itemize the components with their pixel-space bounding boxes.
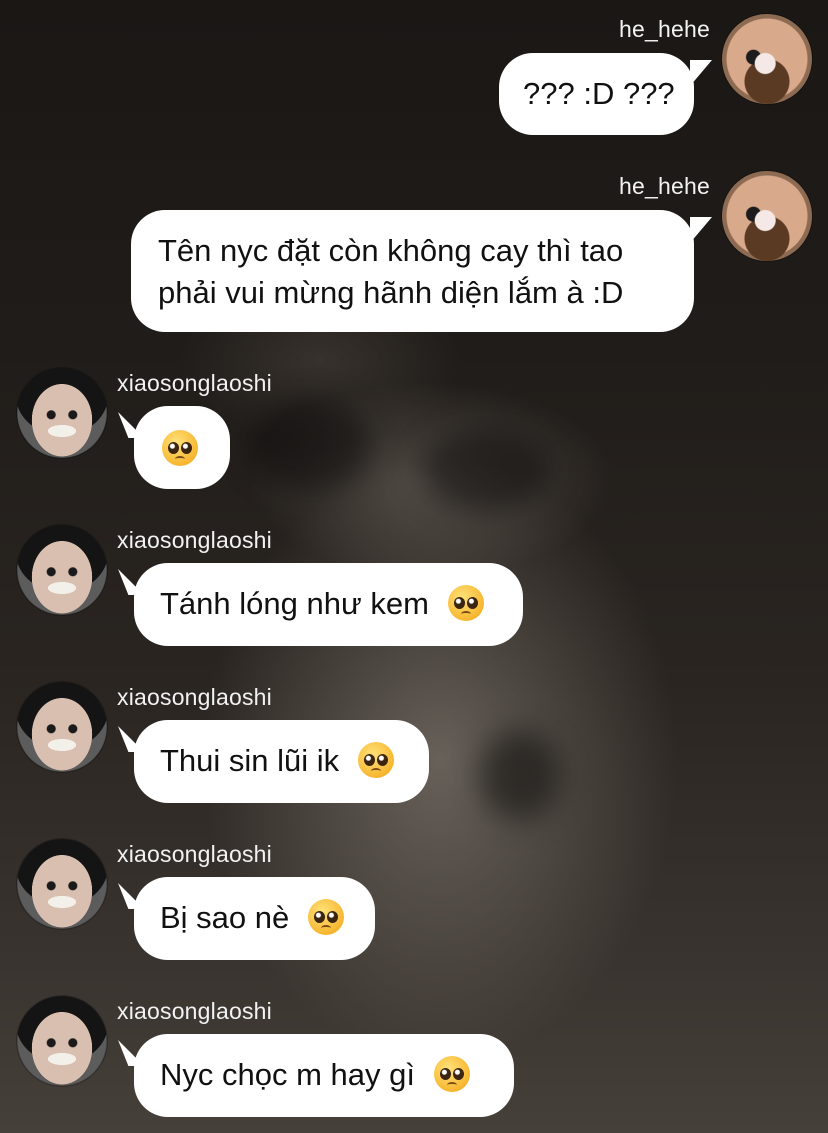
message-text: Nyc chọc m hay gì [160,1057,415,1092]
message-text: Tên nyc đặt còn không cay thì tao [158,233,624,268]
pleading-face-emoji [447,585,484,621]
message-text: Tánh lóng như kem [160,586,429,621]
background-blur-shape [250,400,370,490]
sender-username: xiaosonglaoshi [117,998,272,1024]
message-bubble[interactable]: Thui sin lũi ik [134,720,429,803]
sender-username: xiaosonglaoshi [117,841,272,867]
sender-avatar[interactable] [17,368,107,458]
pleading-face-emoji [307,899,344,935]
message-bubble[interactable]: Tánh lóng như kem [134,563,523,646]
sender-avatar[interactable] [722,14,812,104]
message-text: ??? :D ??? [523,76,675,111]
message-bubble[interactable]: Tên nyc đặt còn không cay thì tao phải v… [131,210,694,332]
sender-avatar[interactable] [17,525,107,615]
message-bubble[interactable]: ??? :D ??? [499,53,694,135]
sender-username: xiaosonglaoshi [117,370,272,396]
message-bubble[interactable] [134,406,230,489]
sender-avatar[interactable] [17,682,107,772]
sender-username: xiaosonglaoshi [117,684,272,710]
background-blur-shape [420,430,550,510]
sender-username: he_hehe [619,173,710,199]
message-text: phải vui mừng hãnh diện lắm à :D [158,275,624,310]
pleading-face-emoji [433,1056,470,1092]
message-text: Thui sin lũi ik [160,743,340,778]
sender-avatar[interactable] [17,839,107,929]
message-text: Bị sao nè [160,900,290,935]
message-bubble[interactable]: Nyc chọc m hay gì [134,1034,514,1117]
sender-avatar[interactable] [722,171,812,261]
background-blur-shape [480,730,560,820]
message-bubble[interactable]: Bị sao nè [134,877,375,960]
pleading-face-emoji [357,742,394,778]
sender-username: he_hehe [619,16,710,42]
sender-username: xiaosonglaoshi [117,527,272,553]
sender-avatar[interactable] [17,996,107,1086]
pleading-face-emoji [162,430,198,466]
